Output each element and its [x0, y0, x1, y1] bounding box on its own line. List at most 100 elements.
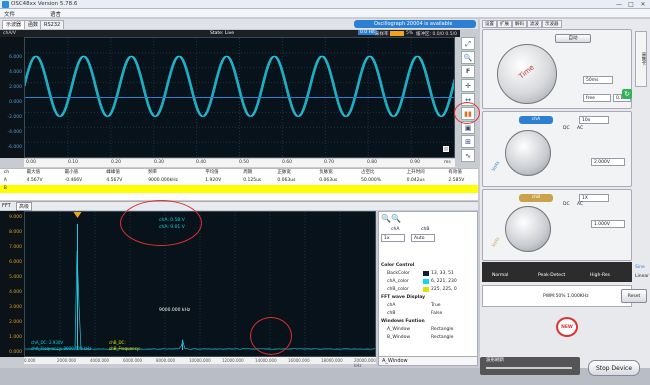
- mode-peak-detect[interactable]: Peak-Detect: [538, 273, 565, 278]
- chb-toggle[interactable]: chB: [519, 194, 553, 202]
- tab-oscilloscope[interactable]: 示波器: [2, 20, 25, 29]
- oscilloscope-display[interactable]: [24, 37, 455, 158]
- buffer-bar: [390, 31, 404, 36]
- zoom-fit-icon[interactable]: ⤢: [461, 37, 475, 50]
- fft-y-tick: 6.000: [9, 260, 22, 265]
- refresh-icon[interactable]: ↻: [622, 89, 632, 99]
- chb-ac-label[interactable]: AC: [577, 202, 583, 207]
- fft-icon[interactable]: F: [461, 65, 475, 78]
- mode-high-res[interactable]: High-Res: [590, 273, 610, 278]
- tab-scope[interactable]: 示波器: [542, 20, 562, 28]
- reset-button[interactable]: Reset: [621, 289, 647, 303]
- property-value[interactable]: 6, 221, 230: [431, 278, 457, 285]
- fft-x-tick: 14000.000: [255, 358, 277, 363]
- y-tick: 0.000: [9, 100, 22, 105]
- title-bar: OSC48xx Version 5.78.6 — □ ✕: [0, 0, 650, 9]
- menu-language[interactable]: 语言: [50, 10, 61, 18]
- chb-dc-label[interactable]: DC: [563, 202, 570, 207]
- chb-volts-knob[interactable]: [505, 206, 551, 252]
- x-tick: 0.30: [154, 160, 164, 165]
- tab-filter[interactable]: 滤波: [527, 20, 542, 28]
- fft-chb-select[interactable]: Auto: [411, 234, 435, 242]
- measurement-header-cell: 峰峰值: [106, 169, 120, 177]
- fft-zoom-icons[interactable]: 🔍🔍: [381, 214, 411, 224]
- tab-rs232[interactable]: RS232: [40, 20, 64, 29]
- time-knob[interactable]: Time: [497, 44, 557, 104]
- maximize-button[interactable]: □: [626, 1, 636, 8]
- fft-tab[interactable]: FFT: [2, 203, 11, 209]
- property-section: FFT wave Display: [381, 294, 477, 301]
- radio-sine[interactable]: Sine: [635, 265, 645, 270]
- minimize-button[interactable]: —: [614, 1, 624, 8]
- close-button[interactable]: ✕: [638, 1, 648, 8]
- control-panel: 设置 扩展 解码 滤波 示波器 自动 Time 50ms free 0.1us …: [480, 19, 650, 368]
- property-value[interactable]: 13, 33, 51: [431, 270, 454, 277]
- zoom-in-icon[interactable]: 🔍: [461, 51, 475, 64]
- measurement-cell: 0.063us: [277, 177, 295, 185]
- y-tick: 4.000: [9, 70, 22, 75]
- property-key: BackColor: [387, 270, 410, 277]
- property-value[interactable]: True: [431, 302, 441, 309]
- fft-marker-icon: [74, 212, 82, 218]
- fft-x-axis: 0.000 2000.000 4000.000 6000.000 8000.000 100…: [24, 357, 376, 364]
- property-value[interactable]: 225, 225, 0: [431, 286, 457, 293]
- cha-probe-select[interactable]: 10x: [579, 116, 609, 124]
- fft-chb-label: chB: [421, 227, 429, 232]
- measurement-header-cell: 最小值: [65, 169, 79, 177]
- fft-x-tick: 18000.000: [321, 358, 343, 363]
- menu-file[interactable]: 文件: [4, 10, 15, 18]
- measurement-cell: B: [4, 185, 7, 193]
- new-badge[interactable]: NEW: [556, 317, 578, 337]
- measurement-cell: 0.063us: [319, 177, 337, 185]
- cha-toggle[interactable]: chA: [519, 116, 553, 124]
- chb-volts-value[interactable]: 1.000V: [591, 220, 625, 228]
- cha-volts-knob[interactable]: [505, 130, 551, 176]
- measurement-cell: -0.466V: [65, 177, 83, 185]
- property-section: Windows Funtion: [381, 318, 477, 325]
- property-value[interactable]: Rectangle: [431, 334, 453, 341]
- math-icon[interactable]: ∿: [461, 149, 475, 162]
- cha-dc-label[interactable]: DC: [563, 126, 570, 131]
- channel-b-panel: chB 1X DC AC 1.000V Volts: [482, 189, 632, 261]
- fft-y-tick: 8.000: [9, 230, 22, 235]
- property-value[interactable]: False: [431, 310, 442, 317]
- side-label-capture[interactable]: 采集卡: [635, 31, 647, 87]
- tab-settings[interactable]: 设置: [482, 20, 497, 28]
- measurement-header-cell: 最大值: [27, 169, 41, 177]
- fft-x-tick: 16000.000: [288, 358, 310, 363]
- tab-decode[interactable]: 解码: [512, 20, 527, 28]
- scope-toolbar: chA/V State: Live 0.0 Hit 采样率 5% 缓冲区: 0.…: [0, 30, 460, 37]
- refresh-slider[interactable]: [486, 367, 572, 369]
- measurement-cell: A: [4, 177, 7, 185]
- time-knob-label: Time: [517, 63, 535, 80]
- fft-cha-select[interactable]: 1x: [381, 234, 405, 242]
- auto-button[interactable]: 自动: [555, 34, 591, 43]
- cha-ac-label[interactable]: AC: [577, 126, 583, 131]
- mode-normal[interactable]: Normal: [492, 273, 508, 278]
- filter-icon[interactable]: ⊞: [461, 135, 475, 148]
- scope-checkbox[interactable]: [443, 146, 449, 152]
- fft-tabbar: FFT 高级: [0, 201, 478, 210]
- update-banner[interactable]: Oscillograph 20004 is available: [354, 20, 476, 28]
- measurement-header-cell: 正脉宽: [277, 169, 291, 177]
- stop-device-button[interactable]: Stop Device: [588, 360, 640, 376]
- property-value[interactable]: Rectangle: [431, 326, 453, 333]
- fft-x-tick: 4000.000: [90, 358, 109, 363]
- cha-volts-value[interactable]: 2.000V: [591, 158, 625, 166]
- fft-cha-label: chA: [391, 227, 399, 232]
- trigger-select[interactable]: free: [583, 94, 611, 102]
- time-select[interactable]: 50ms: [583, 76, 613, 84]
- crosshair-icon[interactable]: ✛: [461, 79, 475, 92]
- fft-display[interactable]: chA: 0.58 V chA: 9.01 V 9000.000 kHz chA…: [24, 211, 376, 357]
- menu-bar: 文件 语言: [0, 9, 650, 18]
- radio-linear[interactable]: Linear: [635, 274, 649, 279]
- fft-legend-a-freq: chA_Frequency: 9000.000 kHz: [31, 346, 91, 351]
- tab-extend[interactable]: 扩展: [497, 20, 512, 28]
- y-tick: 6.000: [9, 55, 22, 60]
- window-title: OSC48xx Version 5.78.6: [11, 1, 77, 7]
- fft-advanced-tab[interactable]: 高级: [16, 202, 32, 211]
- chb-probe-select[interactable]: 1X: [579, 194, 609, 202]
- scope-x-axis: 0.00 0.10 0.20 0.30 0.40 0.50 0.60 0.70 …: [24, 159, 455, 167]
- fft-x-tick: 12000.000: [222, 358, 244, 363]
- property-key: chA: [387, 302, 395, 309]
